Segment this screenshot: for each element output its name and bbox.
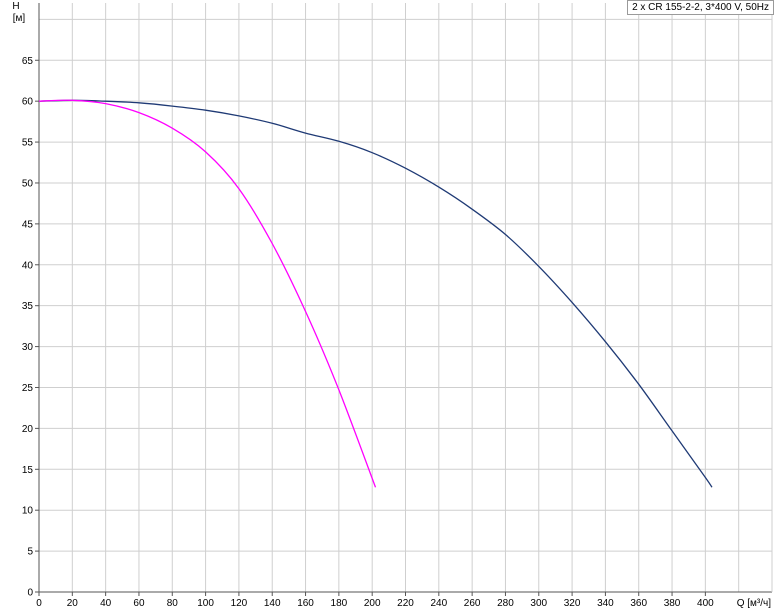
x-tick-label: 200 [364,598,381,609]
chart-title: 2 x CR 155-2-2, 3*400 V, 50Hz [632,2,769,13]
x-tick-label: 40 [100,598,112,609]
x-tick-label: 100 [197,598,214,609]
x-tick-label: 140 [264,598,281,609]
y-tick-label: 40 [22,260,34,271]
x-tick-label: 0 [36,598,42,609]
x-tick-label: 20 [67,598,79,609]
x-tick-label: 360 [630,598,647,609]
y-tick-label: 5 [27,547,33,558]
y-tick-label: 50 [22,178,34,189]
y-tick-label: 20 [22,424,34,435]
x-axis-label: Q [м³/ч] [737,598,772,609]
chart: 0 20 40 60 80 100 120 140 160 180 200 220 240 260 280 3… [12,1,773,609]
x-tick-label: 380 [664,598,681,609]
x-tick-label: 240 [430,598,447,609]
y-axis-unit: [м] [13,13,26,24]
x-tick-label: 340 [597,598,614,609]
y-tick-label: 35 [22,301,34,312]
x-tick-label: 80 [167,598,179,609]
chart-title-box: 2 x CR 155-2-2, 3*400 V, 50Hz [627,0,774,15]
y-tick-label: 65 [22,56,34,67]
y-axis-label: H [12,1,19,12]
x-tick-label: 320 [564,598,581,609]
y-tick-label: 55 [22,138,34,149]
y-tick-label: 10 [22,506,34,517]
x-tick-label: 220 [397,598,414,609]
x-tick-label: 300 [530,598,547,609]
y-tick-label: 0 [27,588,33,599]
x-tick-label: 180 [331,598,348,609]
y-tick-label: 25 [22,383,34,394]
x-tick-label: 400 [697,598,714,609]
x-tick-label: 60 [133,598,145,609]
y-tick-label: 15 [22,465,34,476]
x-tick-label: 120 [231,598,248,609]
y-tick-label: 60 [22,97,34,108]
y-tick-label: 45 [22,219,34,230]
x-tick-label: 280 [497,598,514,609]
y-tick-label: 30 [22,342,34,353]
x-tick-label: 260 [464,598,481,609]
x-tick-label: 160 [297,598,314,609]
